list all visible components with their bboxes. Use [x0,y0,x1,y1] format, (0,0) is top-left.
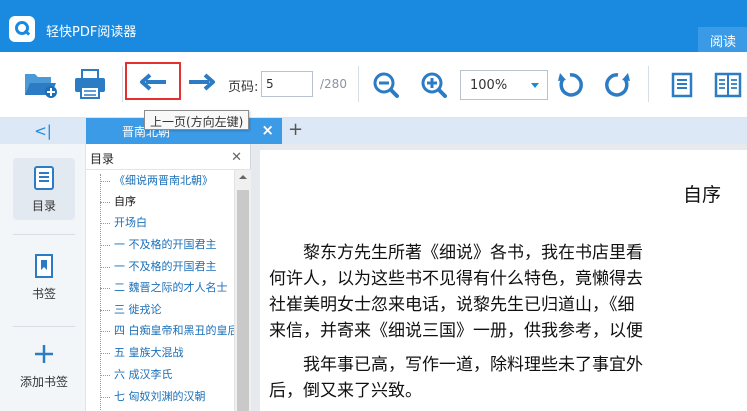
toc-item[interactable]: 四 白痴皇帝和黑丑的皇后 [100,322,234,343]
rotate-left-icon [558,73,583,97]
toc-list: 《细说两晋南北朝》 自序 开场白 一 不及格的开国君主 一 不及格的开国君主 二… [86,170,234,411]
chevron-down-icon [531,83,539,88]
zoom-value: 100% [470,78,508,93]
toc-item[interactable]: 七 匈奴刘渊的汉朝 [100,388,234,409]
rotate-right-button[interactable] [602,69,634,101]
page-text-line: 黎东方先生所著《细说》各书，我在书店里看 [269,243,643,263]
sidebar-item-bookmarks[interactable]: 书签 [13,254,75,310]
page-heading: 自序 [683,184,722,206]
tab-bar: <| 晋南北朝 × + [0,118,747,144]
title-bar: 轻快PDF阅读器 阅读 [0,0,747,52]
arrow-right-icon [189,73,215,91]
prev-page-tooltip: 上一页(方向左键) [144,110,250,130]
prev-page-button[interactable] [131,68,175,96]
scroll-thumb[interactable] [237,190,249,411]
toc-item[interactable]: 一 不及格的开国君主 [100,236,234,257]
open-folder-button[interactable] [20,66,60,102]
double-page-icon [714,72,742,98]
scroll-up-icon[interactable] [239,175,247,179]
left-sidebar: 目录 书签 添加书签 [0,144,86,411]
folder-open-icon [25,74,57,98]
zoom-select[interactable]: 100% [460,70,548,100]
document-viewport[interactable]: 自序 黎东方先生所著《细说》各书，我在书店里看 何许人，以为这些书不见得有什么特… [251,144,747,411]
sidebar-item-label: 目录 [31,199,56,213]
sidebar-item-label: 添加书签 [19,375,68,389]
toc-icon [34,166,54,190]
zoom-in-icon [421,72,447,98]
collapse-icon: <| [34,122,52,140]
toc-header: 目录 ✕ [86,144,251,170]
sidebar-item-label: 书签 [31,287,56,301]
toc-title: 目录 [90,152,115,166]
toc-item[interactable]: 二 魏晋之际的才人名士 [100,279,234,300]
toc-item[interactable]: 《细说两晋南北朝》 [100,172,234,193]
toc-item[interactable]: 一 不及格的开国君主 [100,258,234,279]
toc-scrollbar[interactable] [234,170,251,411]
page-text-line: 后，倒又来了兴致。 [269,381,422,401]
single-page-icon [671,72,693,98]
bookmark-icon [35,254,53,278]
zoom-in-button[interactable] [418,69,450,101]
toc-item[interactable]: 三 徙戎论 [100,301,234,322]
page-text-line: 我年事已高，写作一道，除料理些未了事宜外 [269,355,643,375]
toolbar-separator [358,66,359,102]
page-text-line: 社崔美明女士忽来电话，说黎先生已归道山，《细 [269,295,635,315]
new-tab-button[interactable]: + [288,119,303,140]
rotate-left-button[interactable] [554,69,586,101]
page-number-input[interactable] [261,71,313,97]
print-button[interactable] [70,66,110,102]
printer-icon [75,69,105,99]
page-total: /280 [320,77,347,91]
collapse-sidebar-button[interactable]: <| [0,118,86,144]
toc-panel: 目录 ✕ 《细说两晋南北朝》 自序 开场白 一 不及格的开国君主 一 不及格的开… [86,144,251,411]
zoom-out-icon [373,72,399,98]
toc-item[interactable]: 开场白 [100,214,234,235]
add-bookmark-icon [35,345,53,363]
toolbar: 页码: /280 100% [0,52,747,118]
sidebar-item-toc[interactable]: 目录 [13,158,75,220]
zoom-out-button[interactable] [370,69,402,101]
page-text-line: 何许人，以为这些书不见得有什么特色，竟懒得去 [269,269,643,289]
close-icon[interactable]: ✕ [231,150,242,165]
page-text-line: 来信，并寄来《细说三国》一册，供我参考，以便 [269,321,643,341]
arrow-left-icon [140,73,166,91]
single-page-view-button[interactable] [666,69,698,101]
next-page-button[interactable] [184,68,220,96]
toolbar-separator [122,66,123,102]
rotate-right-icon [605,73,630,97]
app-logo-icon [9,16,35,42]
toolbar-separator [648,66,649,102]
double-page-view-button[interactable] [712,69,744,101]
sidebar-divider [13,234,75,235]
toc-item[interactable]: 自序 [100,193,234,214]
toc-item[interactable]: 五 皇族大混战 [100,344,234,365]
sidebar-item-add-bookmark[interactable]: 添加书签 [13,342,75,398]
read-mode-tab[interactable]: 阅读 [698,27,747,52]
toc-item[interactable]: 六 成汉李氏 [100,366,234,387]
close-tab-icon[interactable]: × [261,121,274,139]
page-label: 页码: [228,80,259,95]
app-title: 轻快PDF阅读器 [46,25,137,40]
document-page: 自序 黎东方先生所著《细说》各书，我在书店里看 何许人，以为这些书不见得有什么特… [260,150,747,411]
sidebar-divider [13,326,75,327]
